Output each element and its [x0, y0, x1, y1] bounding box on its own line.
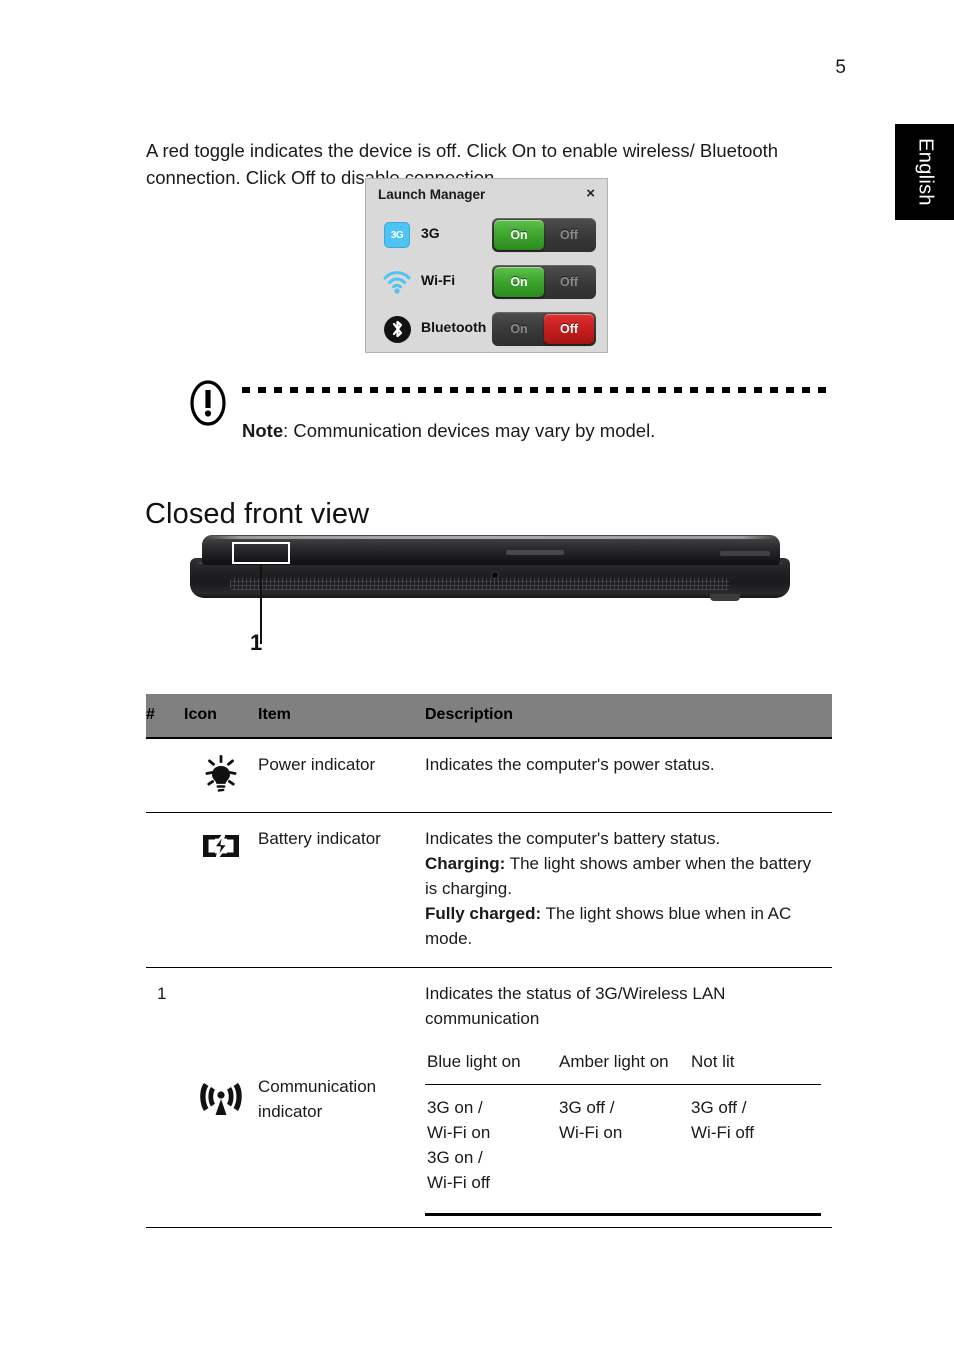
description-line: Fully charged: The light shows blue when…	[425, 901, 826, 951]
subtable-line: Wi-Fi on	[559, 1123, 623, 1142]
toggle-bluetooth[interactable]: On Off	[492, 312, 596, 346]
description-line: Indicates the status of 3G/Wireless LAN …	[425, 981, 826, 1031]
table-bottom-rule	[146, 1227, 832, 1228]
row-item-cell: Power indicator	[258, 738, 425, 813]
subtable-line: 3G off /	[691, 1098, 747, 1117]
row-item-cell: Communication indicator	[258, 1076, 377, 1121]
note-body: Communication devices may vary by model.	[293, 420, 656, 441]
launch-manager-row-wifi: Wi-Fi On Off	[366, 259, 607, 306]
launch-manager-label-bluetooth: Bluetooth	[421, 319, 487, 335]
launch-manager-titlebar: Launch Manager ×	[366, 179, 607, 212]
row-item-cell: Battery indicator	[258, 812, 425, 968]
toggle-3g-off[interactable]: Off	[544, 220, 594, 250]
communication-indicator-icon	[200, 1082, 242, 1115]
power-indicator-icon	[205, 755, 237, 792]
launch-manager-row-bluetooth: Bluetooth On Off	[366, 306, 607, 353]
3g-icon-glyph: 3G	[384, 222, 410, 248]
3g-icon: 3G	[380, 218, 414, 252]
callout-number: 1	[250, 630, 263, 655]
laptop-center-dot	[492, 572, 498, 578]
subtable-cell-blue: 3G on / Wi-Fi on 3G on / Wi-Fi off	[425, 1084, 557, 1216]
description-text: Indicates the computer's battery status.	[425, 829, 721, 848]
description-text: Indicates the status of 3G/Wireless LAN …	[425, 984, 726, 1028]
close-icon[interactable]: ×	[586, 185, 595, 203]
description-emphasis: Fully charged:	[425, 904, 542, 923]
indicator-table: # Icon Item Description Power indicator …	[146, 694, 832, 1232]
communication-status-subtable: Blue light on Amber light on Not lit 3G …	[425, 1049, 821, 1216]
closed-laptop-figure: 1	[190, 532, 790, 662]
note-separator: :	[283, 420, 294, 441]
laptop-slot-right	[720, 551, 770, 556]
language-tab: English	[895, 124, 954, 220]
toggle-bluetooth-on[interactable]: On	[494, 314, 544, 344]
launch-manager-label-wifi: Wi-Fi	[421, 272, 456, 288]
table-row: Power indicator Indicates the computer's…	[146, 738, 832, 813]
laptop-lid-highlight	[206, 536, 776, 539]
page-title: Closed front view	[145, 498, 370, 531]
row-number-cell	[146, 738, 184, 813]
subtable-body-row: 3G on / Wi-Fi on 3G on / Wi-Fi off 3G of…	[425, 1084, 821, 1216]
toggle-bluetooth-off[interactable]: Off	[544, 314, 594, 344]
subtable-line: Wi-Fi on	[427, 1123, 491, 1142]
row-description-cell: Indicates the computer's battery status.…	[425, 812, 832, 968]
toggle-wifi-off[interactable]: Off	[544, 267, 594, 297]
subtable-line: Wi-Fi off	[691, 1123, 754, 1142]
description-emphasis: Charging:	[425, 854, 506, 873]
table-header-item: Item	[258, 694, 425, 739]
subtable-cell-amber: 3G off / Wi-Fi on	[557, 1084, 689, 1216]
row-description-cell: Indicates the status of 3G/Wireless LAN …	[425, 968, 832, 1233]
row-icon-cell	[184, 968, 258, 1233]
toggle-3g-on[interactable]: On	[494, 220, 544, 250]
note-dashed-rule	[242, 387, 834, 393]
subtable-header-notlit: Not lit	[689, 1049, 821, 1085]
row-icon-cell	[184, 812, 258, 968]
subtable-header-row: Blue light on Amber light on Not lit	[425, 1049, 821, 1085]
callout-highlight-box	[232, 542, 290, 564]
launch-manager-row-3g: 3G 3G On Off	[366, 212, 607, 259]
table-header-row: # Icon Item Description	[146, 694, 832, 739]
subtable-line: 3G on /	[427, 1148, 483, 1167]
row-number-cell	[146, 812, 184, 968]
row-icon-cell	[184, 738, 258, 813]
wifi-icon-glyph	[383, 271, 411, 294]
table-header-number: #	[146, 694, 184, 739]
description-line: Indicates the computer's battery status.	[425, 826, 826, 851]
bluetooth-icon	[380, 312, 414, 346]
table-header-icon: Icon	[184, 694, 258, 739]
launch-manager-window: Launch Manager × 3G 3G On Off Wi-Fi On O…	[365, 178, 608, 353]
table-header-description: Description	[425, 694, 832, 739]
row-number-cell: 1	[157, 984, 167, 1003]
subtable-cell-notlit: 3G off / Wi-Fi off	[689, 1084, 821, 1216]
note-text: Note: Communication devices may vary by …	[242, 418, 655, 444]
subtable-line: Wi-Fi off	[427, 1173, 490, 1192]
document-page: 5 English A red toggle indicates the dev…	[0, 0, 954, 1369]
row-description-cell: Indicates the computer's power status.	[425, 738, 832, 813]
description-line: Charging: The light shows amber when the…	[425, 851, 826, 901]
table-row: 1 Communication indicator Indicates the …	[146, 968, 832, 1233]
toggle-wifi[interactable]: On Off	[492, 265, 596, 299]
subtable-line: 3G on /	[427, 1098, 483, 1117]
page-number: 5	[835, 57, 846, 78]
toggle-3g[interactable]: On Off	[492, 218, 596, 252]
toggle-wifi-on[interactable]: On	[494, 267, 544, 297]
launch-manager-label-3g: 3G	[421, 225, 440, 241]
note-label: Note	[242, 420, 284, 441]
wifi-icon	[380, 265, 414, 299]
laptop-foot	[710, 594, 740, 601]
subtable-line: 3G off /	[559, 1098, 615, 1117]
description-line: Indicates the computer's power status.	[425, 752, 826, 777]
bluetooth-icon-glyph	[383, 315, 411, 343]
battery-indicator-icon	[203, 831, 239, 861]
exclamation-oval-icon	[190, 380, 226, 426]
subtable-header-blue: Blue light on	[425, 1049, 557, 1085]
laptop-slot-left	[506, 550, 564, 555]
laptop-vent	[230, 578, 730, 590]
table-row: Battery indicator Indicates the computer…	[146, 812, 832, 968]
subtable-header-amber: Amber light on	[557, 1049, 689, 1085]
language-tab-label: English	[914, 138, 936, 206]
launch-manager-title: Launch Manager	[378, 187, 486, 202]
description-text: Indicates the computer's power status.	[425, 755, 715, 774]
